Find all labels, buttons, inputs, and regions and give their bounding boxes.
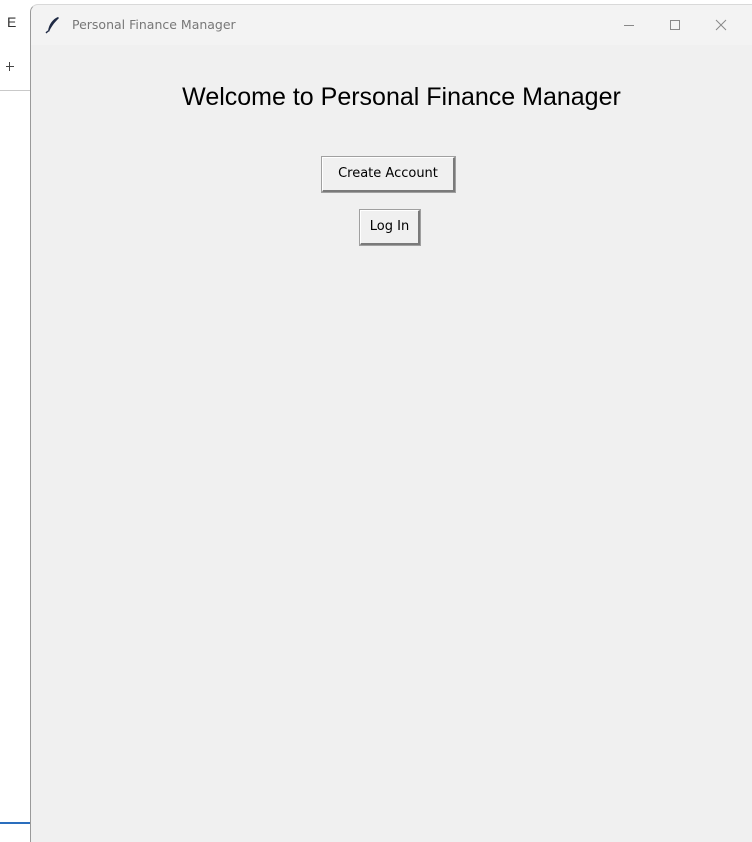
create-account-button[interactable]: Create Account bbox=[322, 157, 455, 192]
minimize-icon bbox=[624, 25, 634, 26]
feather-icon bbox=[45, 16, 61, 34]
background-plus-icon-h bbox=[6, 66, 14, 67]
background-accent-line bbox=[0, 822, 30, 824]
window-title: Personal Finance Manager bbox=[72, 17, 236, 32]
maximize-button[interactable] bbox=[652, 5, 698, 45]
close-button[interactable] bbox=[698, 5, 744, 45]
background-plus-icon-v bbox=[9, 62, 10, 71]
app-window: Personal Finance Manager Welcome to Pers… bbox=[30, 4, 752, 842]
maximize-icon bbox=[670, 20, 680, 30]
main-content: Welcome to Personal Finance Manager Crea… bbox=[31, 45, 752, 842]
close-icon bbox=[715, 19, 727, 31]
title-bar[interactable]: Personal Finance Manager bbox=[31, 5, 752, 45]
minimize-button[interactable] bbox=[606, 5, 652, 45]
log-in-button[interactable]: Log In bbox=[360, 210, 420, 245]
welcome-heading: Welcome to Personal Finance Manager bbox=[182, 83, 621, 111]
background-text: E bbox=[7, 14, 17, 30]
background-divider bbox=[0, 90, 30, 91]
